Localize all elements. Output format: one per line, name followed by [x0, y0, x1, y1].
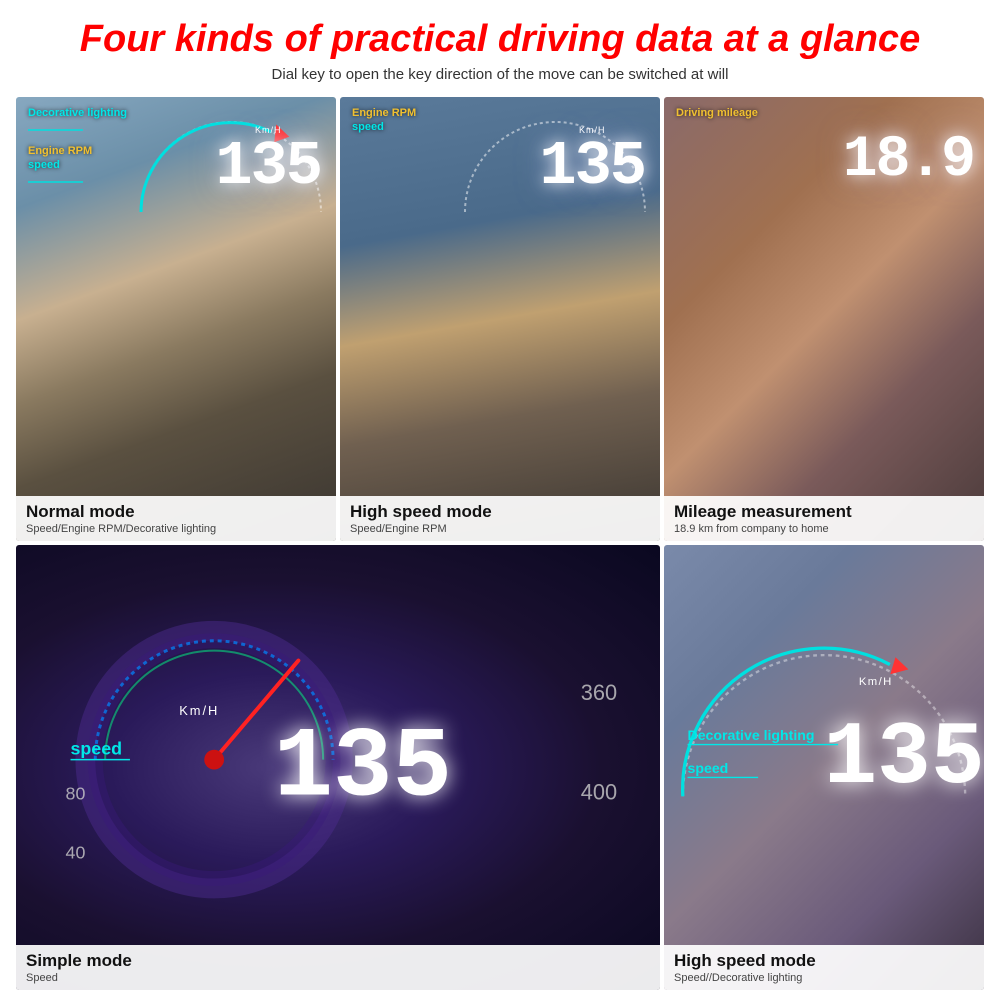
- line-under-deco-1: [28, 124, 83, 136]
- caption-sub-3: 18.9 km from company to home: [674, 523, 974, 535]
- speed-display-2: Km/H 135: [539, 125, 645, 198]
- speed-number-3: 18.9: [843, 132, 974, 190]
- subtitle: Dial key to open the key direction of th…: [16, 66, 984, 83]
- hud-top-3: Driving mileage: [676, 107, 972, 119]
- cell-caption-3: Mileage measurement 18.9 km from company…: [664, 496, 984, 541]
- caption-title-4: Simple mode: [26, 951, 650, 971]
- svg-text:speed: speed: [70, 739, 122, 759]
- decorative-lighting-label-1: Decorative lighting: [28, 107, 324, 119]
- cell-overlay-2: Engine RPM speed Km/H 135: [340, 97, 660, 542]
- cell-overlay-1: Decorative lighting Engine RPM speed: [16, 97, 336, 542]
- driving-mileage-label: Driving mileage: [676, 107, 972, 119]
- svg-text:Decorative lighting: Decorative lighting: [688, 727, 815, 743]
- svg-text:400: 400: [581, 780, 617, 805]
- svg-text:speed: speed: [688, 760, 729, 776]
- speed-number-1: 135: [215, 136, 321, 198]
- caption-sub-5: Speed//Decorative lighting: [674, 972, 974, 984]
- speedometer-visual: 360 400 40 80 Km/H 135 speed: [16, 545, 660, 935]
- svg-text:135: 135: [274, 713, 452, 825]
- speed-display-3: 18.9: [843, 132, 974, 190]
- cell-caption-4: Simple mode Speed: [16, 945, 660, 990]
- caption-title-3: Mileage measurement: [674, 502, 974, 522]
- svg-text:40: 40: [66, 843, 86, 863]
- svg-text:Km/H: Km/H: [859, 677, 893, 689]
- speed-number-2: 135: [539, 136, 645, 198]
- cell-high-speed-2: Km/H 135 Decorative lighting speed High …: [664, 545, 984, 990]
- cell-caption-1: Normal mode Speed/Engine RPM/Decorative …: [16, 496, 336, 541]
- cell-mileage: Driving mileage 18.9 Mileage measurement…: [664, 97, 984, 542]
- svg-text:Km/H: Km/H: [179, 703, 219, 718]
- main-title: Four kinds of practical driving data at …: [16, 18, 984, 62]
- caption-title-1: Normal mode: [26, 502, 326, 522]
- cell-normal-mode: Decorative lighting Engine RPM speed: [16, 97, 336, 542]
- speed-display-1: Km/H 135: [215, 125, 321, 198]
- svg-text:80: 80: [66, 784, 86, 804]
- cell-caption-2: High speed mode Speed/Engine RPM: [340, 496, 660, 541]
- caption-sub-2: Speed/Engine RPM: [350, 523, 650, 535]
- caption-sub-1: Speed/Engine RPM/Decorative lighting: [26, 523, 326, 535]
- header-section: Four kinds of practical driving data at …: [16, 18, 984, 83]
- line-under-speed-1: [28, 176, 83, 188]
- caption-sub-4: Speed: [26, 972, 650, 984]
- svg-text:135: 135: [824, 709, 984, 810]
- cell-caption-5: High speed mode Speed//Decorative lighti…: [664, 945, 984, 990]
- page-wrapper: Four kinds of practical driving data at …: [0, 0, 1000, 1000]
- engine-rpm-label-2: Engine RPM: [352, 107, 648, 119]
- svg-text:360: 360: [581, 681, 617, 706]
- caption-title-2: High speed mode: [350, 502, 650, 522]
- cell-overlay-3: Driving mileage 18.9: [664, 97, 984, 542]
- cell-simple-mode: 360 400 40 80 Km/H 135 speed Simple mode…: [16, 545, 660, 990]
- grid-section: Decorative lighting Engine RPM speed: [16, 97, 984, 990]
- caption-title-5: High speed mode: [674, 951, 974, 971]
- gauge-arc-5: Km/H 135 Decorative lighting speed: [664, 545, 984, 935]
- cell-high-speed-1: Engine RPM speed Km/H 135 High speed mod…: [340, 97, 660, 542]
